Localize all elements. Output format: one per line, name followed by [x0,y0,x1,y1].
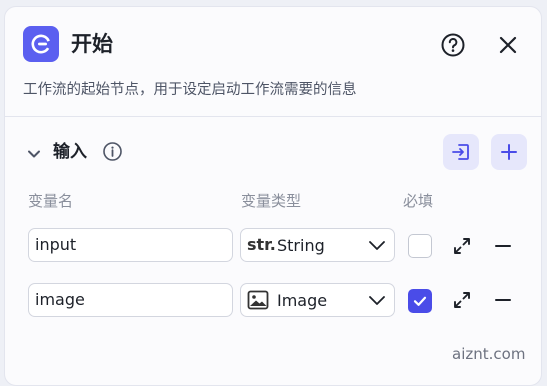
info-icon[interactable] [102,141,123,162]
node-description: 工作流的起始节点，用于设定启动工作流需要的信息 [23,82,357,98]
string-type-icon: str. [247,235,276,254]
remove-icon[interactable] [493,290,513,310]
column-header-required: 必填 [403,192,434,210]
chevron-down-icon [369,296,385,305]
panel-title: 开始 [71,32,113,56]
required-checkbox[interactable] [408,234,432,258]
required-checkbox[interactable] [408,289,432,313]
inputs-section-title: 输入 [53,142,87,162]
variable-type-select[interactable]: str. String [240,228,395,262]
start-node-panel: 开始 工作流的起始节点，用于设定启动工作流需要的信息 输入 变量名 变量类型 必… [4,6,542,386]
close-icon[interactable] [496,33,520,57]
image-type-icon [247,290,269,315]
remove-icon[interactable] [493,236,513,256]
variable-name-input[interactable]: image [28,283,233,317]
start-node-icon [23,26,59,62]
chevron-down-icon [369,241,385,250]
variable-type-label: String [277,236,325,255]
column-header-type: 变量类型 [241,192,302,210]
column-header-name: 变量名 [28,192,74,210]
plus-icon [501,144,517,160]
checkmark-icon [413,296,427,306]
variable-type-select[interactable]: Image [240,283,395,317]
variable-name-input[interactable]: input [28,228,233,262]
import-variable-button[interactable] [443,134,479,170]
help-icon[interactable] [440,32,466,58]
header-divider [5,116,541,117]
expand-icon[interactable] [451,235,473,257]
import-icon [452,144,469,160]
variable-type-label: Image [277,291,328,310]
chevron-down-icon[interactable] [25,145,43,163]
expand-icon[interactable] [451,289,473,311]
add-variable-button[interactable] [491,134,527,170]
watermark-text: aiznt.com [452,345,526,363]
